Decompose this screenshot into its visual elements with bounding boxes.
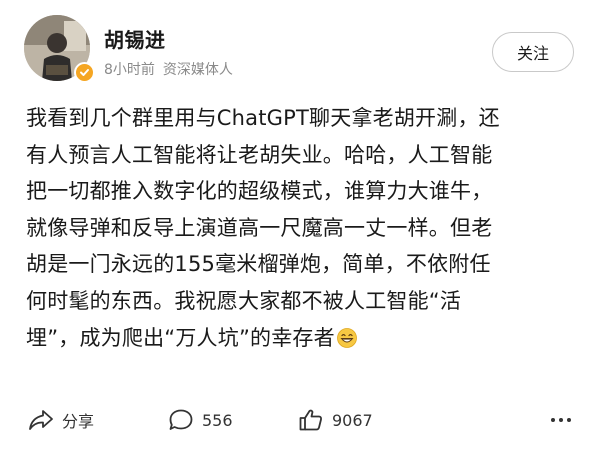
thumbs-up-icon: [299, 409, 322, 431]
comment-icon: [169, 409, 193, 430]
like-button[interactable]: 9067: [298, 408, 373, 432]
post-text-line: 我看到几个群里用与ChatGPT聊天拿老胡开涮，还: [26, 106, 500, 130]
post-text-last-line: 埋”，成为爬出“万人坑”的幸存者: [26, 320, 578, 357]
post-text-line: 有人预言人工智能将让老胡失业。哈哈，人工智能: [26, 142, 493, 167]
like-count: 9067: [332, 410, 373, 430]
share-button[interactable]: 分享: [28, 408, 94, 432]
post-text-line: 埋”，成为爬出“万人坑”的幸存者: [26, 325, 335, 350]
post-card: 胡锡进 8小时前 资深媒体人 关注 我看到几个群里用与ChatGPT聊天拿老胡开涮…: [0, 0, 600, 451]
post-text-line: 就像导弹和反导上演道高一尺魔高一丈一样。但老: [26, 215, 493, 240]
post-text-line: 把一切都推入数字化的超级模式，谁算力大谁牛，: [26, 179, 493, 204]
more-button[interactable]: [548, 408, 582, 432]
share-label: 分享: [62, 412, 95, 431]
post-text-line: 何时髦的东西。我祝愿大家都不被人工智能“活: [26, 288, 462, 313]
author-name[interactable]: 胡锡进: [104, 24, 166, 53]
post-text-line: 胡是一门永远的155毫米榴弹炮，简单，不依附任: [26, 252, 491, 277]
share-icon: [29, 410, 53, 430]
post-meta: 8小时前 资深媒体人: [104, 59, 233, 79]
post-time: 8小时前: [104, 62, 155, 78]
post-content: 我看到几个群里用与ChatGPT聊天拿老胡开涮，还 有人预言人工智能将让老胡失业…: [26, 100, 578, 356]
comment-count: 556: [202, 410, 233, 430]
action-bar: 分享 556 9067: [0, 400, 600, 444]
comment-button[interactable]: 556: [168, 408, 233, 432]
follow-button[interactable]: 关注: [492, 32, 574, 72]
more-icon: [551, 418, 571, 422]
verified-badge-icon: [74, 62, 95, 83]
grinning-face-emoji-icon: [336, 327, 357, 348]
author-tag: 资深媒体人: [162, 62, 233, 78]
